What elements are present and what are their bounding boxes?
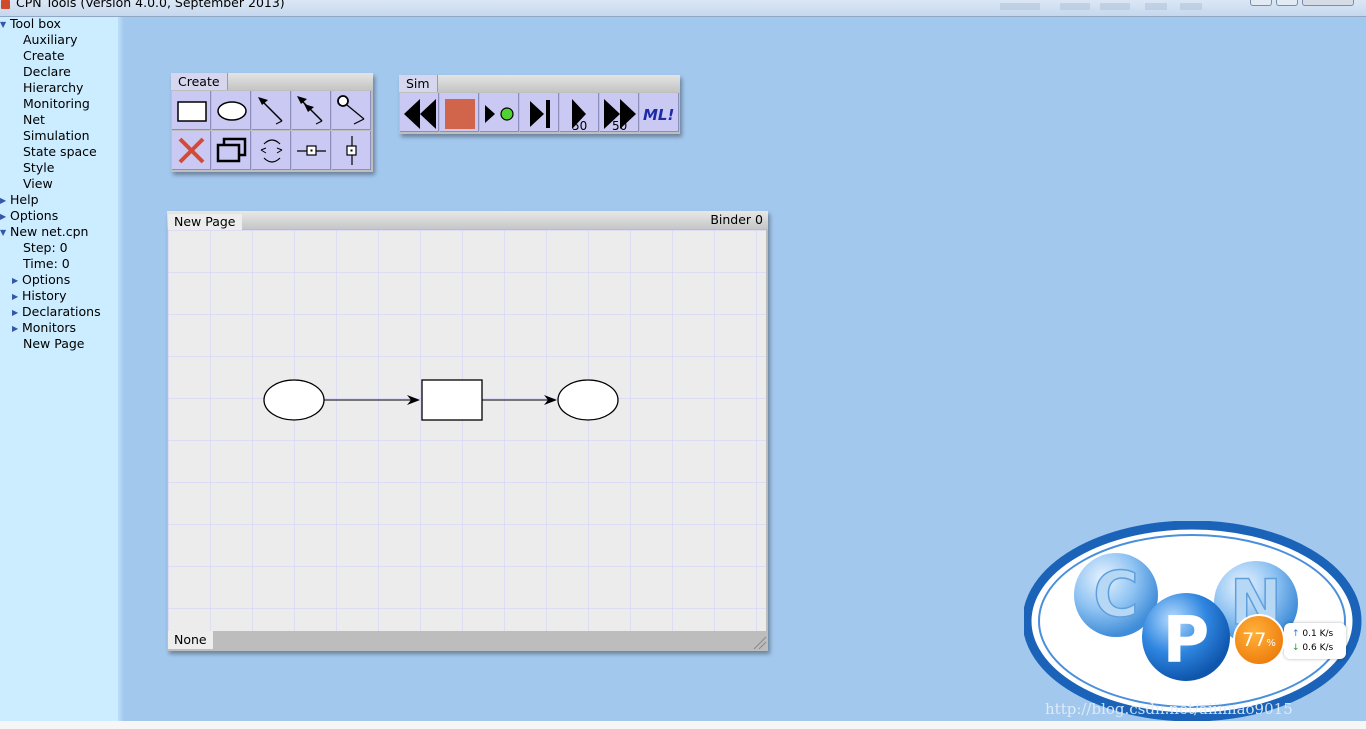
index-net[interactable]: ▼ New net.cpn: [0, 224, 88, 241]
net-monitors-label: Monitors: [22, 320, 77, 335]
fast-forward-fifty-label: 50: [612, 119, 627, 132]
index-help[interactable]: ▶ Help: [0, 192, 39, 209]
ml-label: ML!: [643, 106, 674, 124]
net-declarations-label: Declarations: [22, 304, 101, 319]
toolbox-label: Tool box: [10, 16, 61, 31]
collapsed-triangle-icon[interactable]: ▶: [12, 321, 22, 337]
place-output[interactable]: [557, 379, 619, 421]
index-item-style[interactable]: Style: [23, 160, 54, 176]
maximize-button[interactable]: [1276, 0, 1298, 6]
horizontal-guideline-icon[interactable]: [292, 131, 331, 170]
fast-forward-fifty-icon[interactable]: 50: [600, 93, 639, 132]
close-window-button[interactable]: [1302, 0, 1354, 6]
collapsed-triangle-icon[interactable]: ▶: [12, 273, 22, 289]
net-history-label: History: [22, 288, 67, 303]
arc-tool-icon[interactable]: [252, 91, 291, 130]
delete-icon[interactable]: [172, 131, 211, 170]
collapsed-triangle-icon[interactable]: ▶: [12, 289, 22, 305]
step-icon[interactable]: [520, 93, 559, 132]
resize-grip-icon[interactable]: [753, 636, 767, 650]
collapsed-triangle-icon[interactable]: ▶: [12, 305, 22, 321]
window-title: CPN Tools (Version 4.0.0, September 2013…: [16, 0, 285, 10]
net-declarations[interactable]: ▶ Declarations: [12, 304, 101, 321]
download-arrow-icon: ↓: [1292, 643, 1300, 653]
net-options[interactable]: ▶ Options: [12, 272, 70, 289]
place-input[interactable]: [263, 379, 325, 421]
index-options[interactable]: ▶ Options: [0, 208, 58, 225]
net-history[interactable]: ▶ History: [12, 288, 66, 305]
create-palette[interactable]: Create: [171, 73, 373, 172]
download-speed: 0.6 K/s: [1302, 643, 1334, 653]
help-label: Help: [10, 192, 39, 207]
window-title-bar: CPN Tools (Version 4.0.0, September 2013…: [0, 0, 1366, 17]
index-item-state-space[interactable]: State space: [23, 144, 97, 160]
net-options-label: Options: [22, 272, 71, 287]
watermark-text: http://blog.csdn.net/aiiimao9015: [1045, 700, 1293, 718]
upload-speed: 0.1 K/s: [1302, 629, 1334, 639]
options-label: Options: [10, 208, 59, 223]
play-fifty-icon[interactable]: 50: [560, 93, 599, 132]
sim-palette[interactable]: Sim 50 50 ML!: [399, 75, 680, 134]
cpu-unit: %: [1266, 638, 1276, 649]
collapsed-triangle-icon[interactable]: ▶: [0, 209, 10, 225]
net-page-new-page[interactable]: New Page: [23, 336, 85, 352]
vertical-guideline-icon[interactable]: [332, 131, 371, 170]
double-arc-tool-icon[interactable]: [292, 91, 331, 130]
expanded-triangle-icon[interactable]: ▼: [0, 225, 10, 241]
index-item-view[interactable]: View: [23, 176, 53, 192]
index-item-monitoring[interactable]: Monitoring: [23, 96, 90, 112]
cpu-value: 77: [1242, 629, 1267, 651]
cpn-logo: C N P: [1024, 521, 1362, 721]
canvas-grid: [168, 230, 766, 631]
expanded-triangle-icon[interactable]: ▼: [0, 17, 10, 33]
stop-icon[interactable]: [440, 93, 479, 132]
net-drawing[interactable]: [168, 230, 766, 631]
app-icon: [1, 0, 10, 9]
page-canvas[interactable]: [168, 230, 766, 631]
minimize-button[interactable]: [1250, 0, 1272, 6]
net-name: New net.cpn: [10, 224, 89, 239]
collapsed-triangle-icon[interactable]: ▶: [0, 193, 10, 209]
net-step: Step: 0: [23, 240, 68, 255]
page-tab-new-page[interactable]: New Page: [168, 214, 242, 230]
index-item-net[interactable]: Net: [23, 112, 45, 128]
play-fifty-label: 50: [572, 119, 587, 132]
index-item-create[interactable]: Create: [23, 48, 65, 64]
transition[interactable]: [421, 379, 483, 421]
page-status: None: [168, 631, 213, 649]
svg-text:C: C: [1093, 558, 1139, 631]
svg-text:P: P: [1163, 604, 1210, 678]
reset-arc-icon[interactable]: [332, 91, 371, 130]
rectangle-transition-icon[interactable]: [172, 91, 211, 130]
evaluate-ml-icon[interactable]: ML!: [640, 93, 679, 132]
upload-arrow-icon: ↑: [1292, 629, 1300, 639]
network-speed-widget[interactable]: ↑ 0.1 K/s ↓ 0.6 K/s: [1284, 623, 1346, 659]
toggle-direction-icon[interactable]: [252, 131, 291, 170]
index-toolbox[interactable]: ▼ Tool box: [0, 16, 61, 33]
index-item-hierarchy[interactable]: Hierarchy: [23, 80, 83, 96]
sim-palette-title: Sim: [399, 75, 438, 92]
ellipse-place-icon[interactable]: [212, 91, 251, 130]
net-time: Time: 0: [23, 256, 70, 271]
index-item-auxiliary[interactable]: Auxiliary: [23, 32, 78, 48]
binder-window[interactable]: New Page Binder 0 None: [167, 211, 768, 651]
net-monitors[interactable]: ▶ Monitors: [12, 320, 76, 337]
index-item-declare[interactable]: Declare: [23, 64, 71, 80]
play-single-icon[interactable]: [480, 93, 519, 132]
create-palette-title: Create: [171, 73, 228, 90]
index-item-simulation[interactable]: Simulation: [23, 128, 90, 144]
cpu-usage-badge[interactable]: 77%: [1233, 614, 1285, 666]
binder-name: Binder 0: [710, 212, 763, 227]
index-panel: [0, 17, 118, 721]
clone-icon[interactable]: [212, 131, 251, 170]
rewind-icon[interactable]: [400, 93, 439, 132]
